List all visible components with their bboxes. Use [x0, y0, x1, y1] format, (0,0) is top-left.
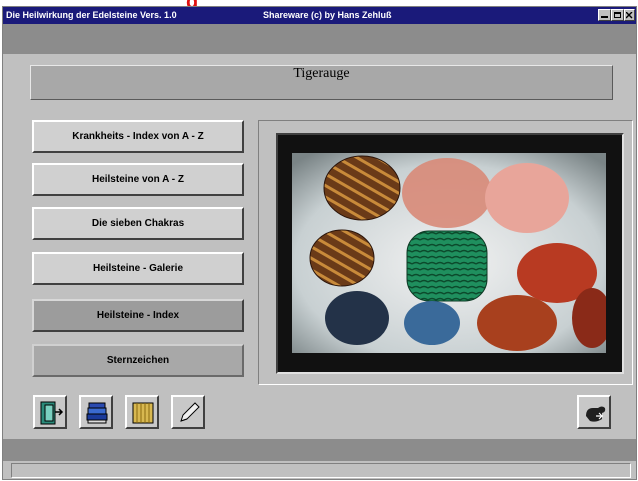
gemstones-photo	[292, 153, 606, 353]
bottom-strip	[3, 439, 636, 461]
pencil-icon	[180, 402, 200, 422]
app-window: Die Heilwirkung der Edelsteine Vers. 1.0…	[2, 6, 637, 480]
photo-frame	[276, 133, 624, 374]
window-title: Die Heilwirkung der Edelsteine Vers. 1.0	[6, 10, 177, 20]
stone-title-bar: Tigerauge	[30, 65, 613, 100]
disease-index-button[interactable]: Krankheits - Index von A - Z	[32, 120, 244, 153]
title-bar[interactable]: Die Heilwirkung der Edelsteine Vers. 1.0…	[3, 7, 636, 24]
top-strip	[3, 24, 636, 54]
close-button[interactable]	[624, 9, 635, 21]
exit-door-icon	[40, 401, 64, 425]
notes-button[interactable]	[171, 395, 205, 429]
books-icon	[86, 402, 108, 424]
scroll-icon	[132, 402, 154, 424]
scroll-button[interactable]	[125, 395, 159, 429]
minimize-button[interactable]	[598, 9, 611, 21]
stone-index-button[interactable]: Heilsteine - Index	[32, 299, 244, 332]
books-button[interactable]	[79, 395, 113, 429]
healing-stones-az-button[interactable]: Heilsteine von A - Z	[32, 163, 244, 196]
maximize-button[interactable]	[611, 9, 624, 21]
seven-chakras-button[interactable]: Die sieben Chakras	[32, 207, 244, 240]
zodiac-button[interactable]: Sternzeichen	[32, 344, 244, 377]
hand-pointer-icon	[586, 406, 606, 422]
close-icon	[626, 12, 633, 19]
status-bar	[11, 463, 631, 478]
exit-button[interactable]	[33, 395, 67, 429]
stone-gallery-button[interactable]: Heilsteine - Galerie	[32, 252, 244, 285]
copyright-title: Shareware (c) by Hans Zehluß	[263, 10, 392, 20]
image-panel	[258, 120, 633, 385]
help-button[interactable]	[577, 395, 611, 429]
